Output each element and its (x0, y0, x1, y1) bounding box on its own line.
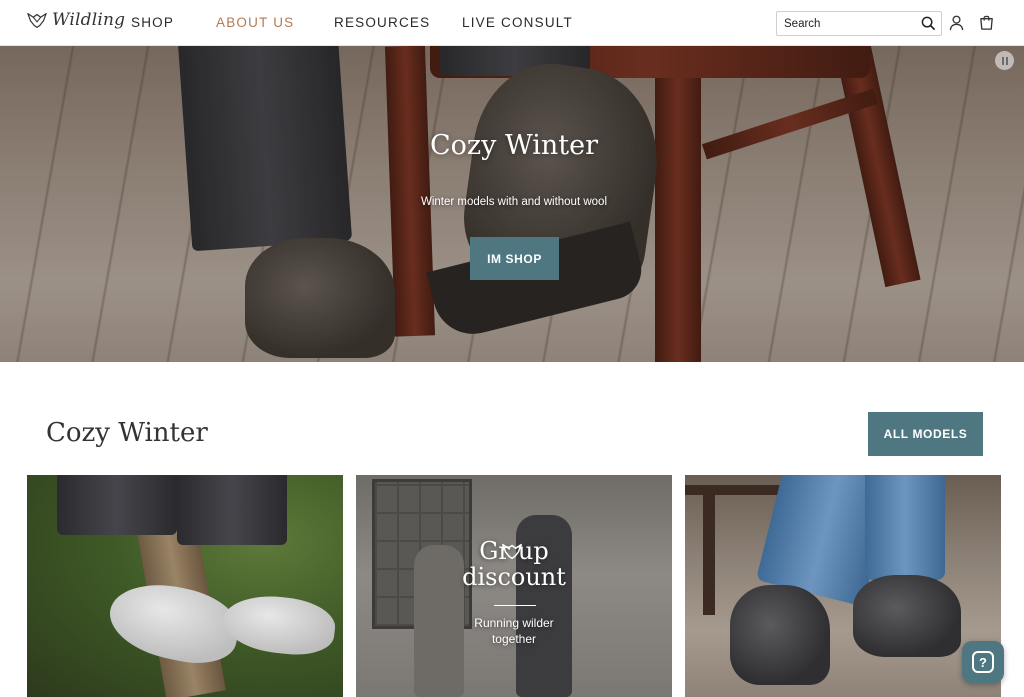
section-title: Cozy Winter (46, 418, 208, 448)
jeans-leg (865, 475, 945, 580)
divider (494, 605, 536, 606)
cart-icon[interactable] (978, 14, 995, 31)
boot (730, 585, 830, 685)
product-card-boots[interactable] (685, 475, 1001, 697)
trouser-leg (57, 475, 177, 535)
shop-button[interactable]: IM SHOP (470, 237, 559, 280)
account-icon[interactable] (948, 14, 965, 31)
nav-resources[interactable]: RESOURCES (334, 15, 430, 30)
hero-subtitle: Winter models with and without wool (421, 196, 607, 208)
wolf-logo-icon (502, 543, 522, 560)
search-box (776, 11, 942, 36)
help-icon: ? (972, 651, 994, 673)
search-input[interactable] (777, 12, 917, 35)
brand-logo[interactable]: Wildling (26, 9, 125, 31)
help-button[interactable]: ? (962, 641, 1004, 683)
all-models-button[interactable]: ALL MODELS (868, 412, 983, 456)
group-discount-card[interactable]: Gr up discount Running wilder together (356, 475, 672, 697)
site-header: Wildling SHOP ABOUT US RESOURCES LIVE CO… (0, 0, 1024, 46)
trouser-leg (177, 475, 287, 545)
nav-about-us[interactable]: ABOUT US (216, 15, 294, 30)
slipper (220, 591, 338, 659)
nav-shop[interactable]: SHOP (131, 15, 174, 30)
group-discount-subtitle: Running wilder together (474, 616, 554, 646)
wolf-logo-icon (27, 12, 47, 28)
hero-title: Cozy Winter (429, 130, 598, 161)
nav-live-consult[interactable]: LIVE CONSULT (462, 15, 573, 30)
search-icon[interactable] (921, 16, 936, 31)
pause-icon[interactable] (995, 51, 1014, 70)
hero-banner: Cozy Winter Winter models with and witho… (0, 46, 1024, 362)
product-card-slippers[interactable] (27, 475, 343, 697)
boot (853, 575, 961, 657)
brand-name: Wildling (52, 10, 126, 30)
chair-leg (703, 495, 715, 615)
